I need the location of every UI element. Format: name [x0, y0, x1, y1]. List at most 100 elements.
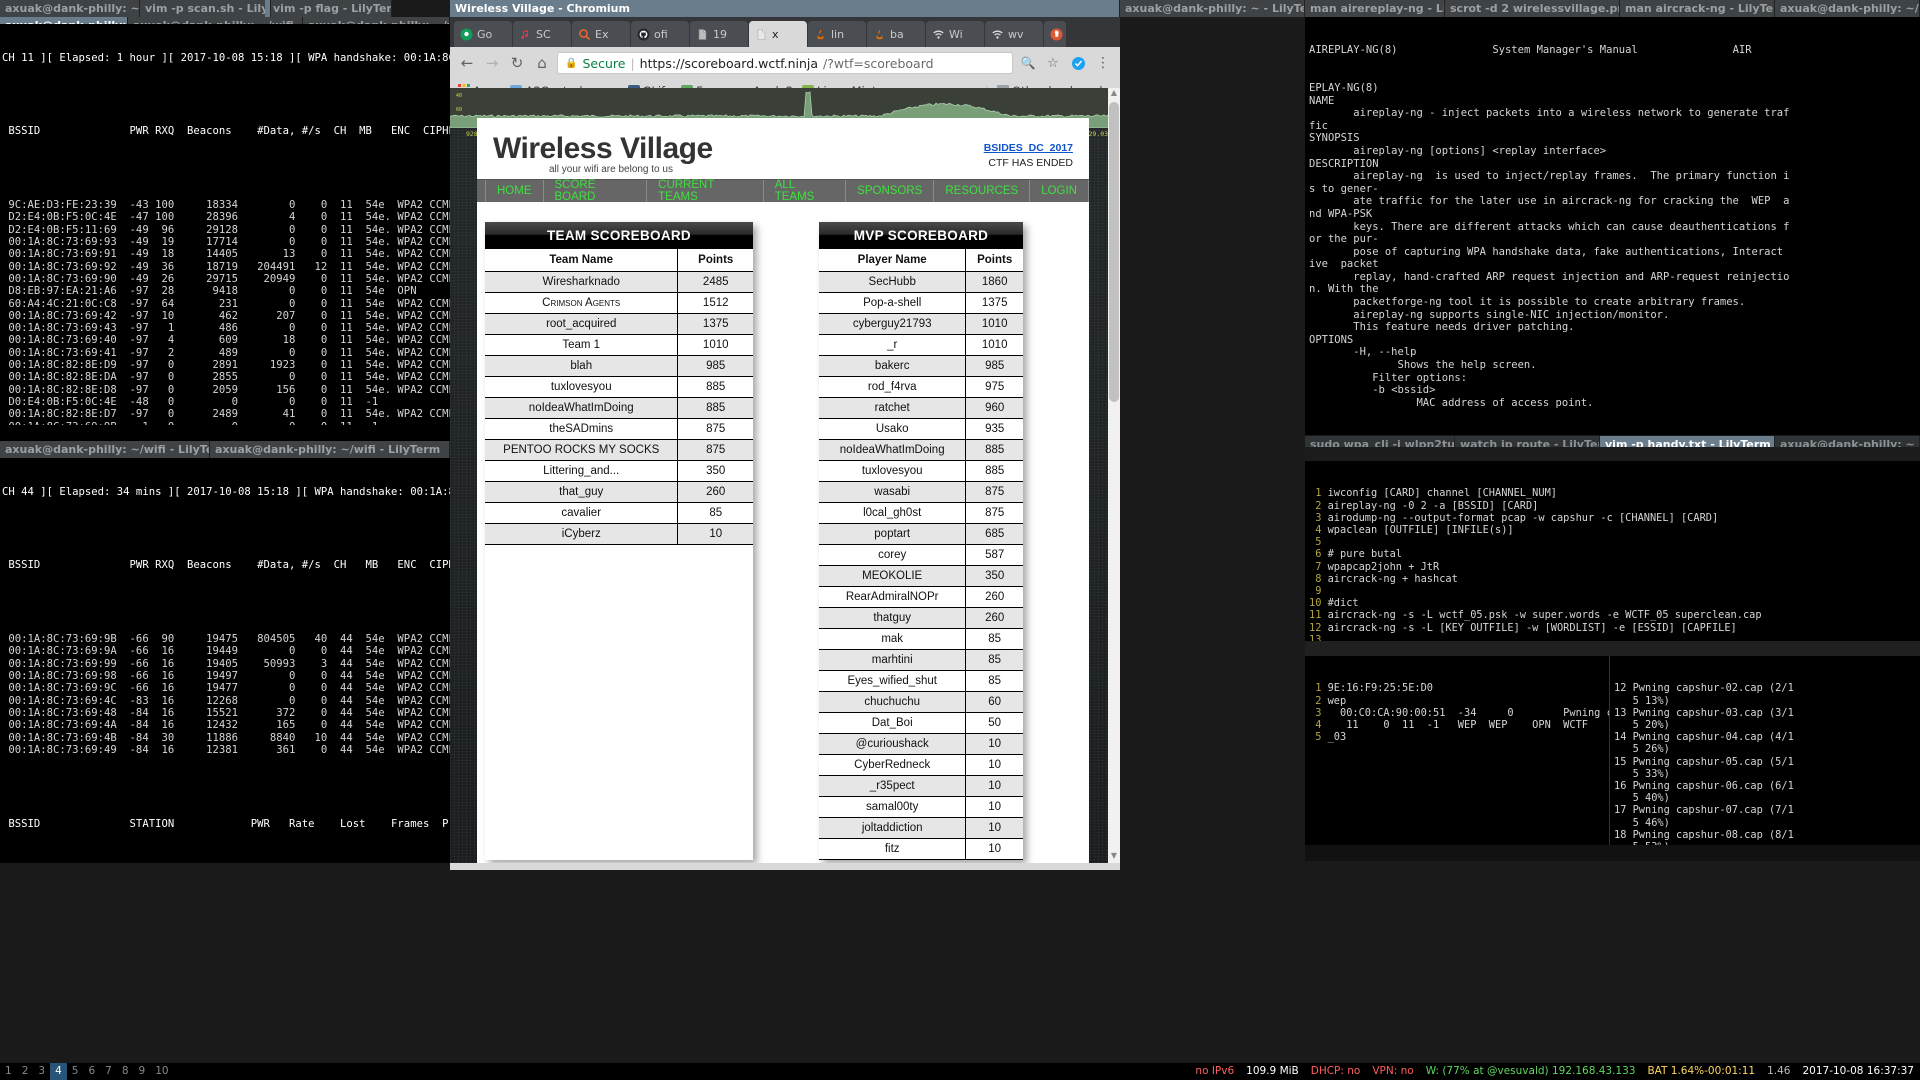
- terminal-line: pose of capturing WPA handshake data, fa…: [1309, 245, 1784, 258]
- titlebar-iotvillage-right[interactable]: axuak@dank-philly: ~/iotvillage/hm...: [1775, 0, 1920, 17]
- chrome-tab-lin[interactable]: lin: [808, 21, 866, 47]
- scroll-up-arrow[interactable]: ▲: [1108, 88, 1120, 100]
- extension-icon[interactable]: [1068, 53, 1088, 73]
- workspace-button-4[interactable]: 4: [50, 1063, 67, 1080]
- home-icon[interactable]: ⌂: [532, 53, 552, 73]
- wv-nav-item-home[interactable]: HOME: [485, 180, 544, 202]
- titlebar-wifi-lower-2[interactable]: axuak@dank-philly: ~/wifi - LilyTerm: [210, 441, 450, 458]
- wv-header: BSIDES_DC_2017 CTF HAS ENDED Wireless Vi…: [477, 118, 1089, 179]
- page-scrollbar[interactable]: ▲ ▼: [1108, 88, 1120, 863]
- terminal-line: 00:1A:8C:73:69:4A -84 16 12432 165 0 44 …: [2, 719, 450, 732]
- chrome-tab-label: SC: [536, 27, 551, 41]
- workspace-button-5[interactable]: 5: [67, 1063, 84, 1080]
- chrome-tab-active-scoreboard[interactable]: x: [749, 21, 807, 47]
- vim-statusline-bottom[interactable]: N_netkey[+]66%2/3≡3netkeys[+]: [1305, 845, 1920, 861]
- vim-line: 5 _03: [1309, 731, 1605, 743]
- terminal-line: 00:1A:8C:82:8E:D7 -97 0 2489 41 0 11 54e…: [2, 408, 450, 421]
- vim-tabline[interactable]: < txt+3 netkey+1 scan_resultshandy.txt+n…: [1305, 447, 1920, 461]
- row-points: 10: [965, 775, 1023, 797]
- scroll-down-arrow[interactable]: ▼: [1108, 851, 1120, 863]
- status-dhcp: DHCP: no: [1310, 1065, 1361, 1077]
- row-name: root_acquired: [485, 313, 679, 335]
- chrome-tab-sc[interactable]: SC: [513, 21, 571, 47]
- workspace-button-7[interactable]: 7: [100, 1063, 117, 1080]
- terminal-line: 00:1A:8C:73:69:91 -49 18 14405 13 0 11 5…: [2, 248, 450, 261]
- wv-nav-item-current-teams[interactable]: CURRENT TEAMS: [647, 179, 764, 203]
- terminal-prompt-lower[interactable]: axuak@dank-philly:~/wifi$: [0, 843, 450, 863]
- wv-nav-item-all-teams[interactable]: ALL TEAMS: [764, 179, 847, 203]
- chrome-tab-ofi[interactable]: ofi: [631, 21, 689, 47]
- chrome-tab-duck-partial[interactable]: [1044, 21, 1066, 47]
- table-row: Pop-a-shell 1375: [819, 292, 1023, 314]
- titlebar-i3-lilyterm[interactable]: [265, 0, 271, 17]
- row-name: Usako: [819, 418, 967, 440]
- vim-line-number: 1: [1309, 487, 1328, 500]
- terminal-line: 00:1A:8C:73:69:90 -49 26 29715 20949 0 1…: [2, 272, 450, 285]
- vim-line-text: aircrack-ng -s -L [KEY OUTFILE] -w [WORD…: [1327, 621, 1737, 634]
- terminal-line: 00:1A:8C:82:8E:DA -97 0 2855 0 0 11 54e.…: [2, 371, 450, 384]
- vim-line-number: 10: [1309, 597, 1328, 610]
- workspace-button-3[interactable]: 3: [33, 1063, 50, 1080]
- terminal-line: 5 26%): [1614, 743, 1670, 756]
- vim-buffer-handy[interactable]: 1 iwconfig [CARD] channel [CHANNEL_NUM] …: [1305, 461, 1920, 641]
- i3-status-bar: 1 2 3 4 5 6 7 8 9 10 no IPv6 109.9 MiB DHCP: no VPN:…: [0, 1063, 1920, 1080]
- terminal-airodump-5ghz[interactable]: CH 44 ][ Elapsed: 34 mins ][ 2017-10-08 …: [0, 458, 450, 863]
- titlebar-vim-flag[interactable]: vim -p flag - LilyTerm: [268, 0, 392, 17]
- titlebar-vim-scan[interactable]: vim -p scan.sh - LilyTerm: [140, 0, 268, 17]
- row-points: 350: [677, 460, 753, 482]
- row-name: rod_f4rva: [819, 376, 967, 398]
- reload-icon[interactable]: ↻: [507, 53, 527, 73]
- omnibox[interactable]: 🔒 Secure | https://scoreboard.wctf.ninja…: [557, 52, 1013, 74]
- manpage-statusline[interactable]: Manual page aireplay-ng(8) line 1/278 9%…: [1305, 412, 1920, 428]
- terminal-line: 15 Pwning capshur-05.cap (5/1: [1614, 755, 1794, 768]
- titlebar-man-aireplay[interactable]: man airereplay-ng - LilyTerm: [1305, 0, 1445, 17]
- terminal-airodump-24ghz[interactable]: CH 11 ][ Elapsed: 1 hour ][ 2017-10-08 1…: [0, 24, 450, 440]
- row-name: _r35pect: [819, 775, 967, 797]
- workspace-button-8[interactable]: 8: [117, 1063, 134, 1080]
- vim-pane-pwning[interactable]: 12 Pwning capshur-02.cap (2/1 5 13%) 13 P…: [1610, 656, 1920, 861]
- titlebar-wifi-lower[interactable]: axuak@dank-philly: ~/wifi - LilyTerm: [0, 441, 210, 458]
- terminal-line: EPLAY-NG(8): [1309, 81, 1379, 94]
- row-points: 685: [965, 523, 1023, 545]
- terminal-line: -b <bssid>: [1309, 384, 1436, 397]
- chrome-tab-wv[interactable]: wv: [985, 21, 1043, 47]
- titlebar-scrot[interactable]: scrot -d 2 wirelessvillage.png - LilyTer…: [1445, 0, 1620, 17]
- row-points: 85: [965, 670, 1023, 692]
- titlebar-chromium[interactable]: Wireless Village - Chromium: [450, 0, 1120, 17]
- workspace-button-2[interactable]: 2: [17, 1063, 34, 1080]
- chrome-tab-ba[interactable]: ba: [867, 21, 925, 47]
- vim-statusline-handy[interactable]: handy.txt[+]tex< words < 100% ≡ 16/16≡ 1…: [1305, 641, 1920, 656]
- vim-line-text: iwconfig [CARD] channel [CHANNEL_NUM]: [1327, 487, 1557, 500]
- wv-nav-item-resources[interactable]: RESOURCES: [934, 180, 1031, 202]
- chrome-tab-wi[interactable]: Wi: [926, 21, 984, 47]
- status-1099: 109.9 MiB: [1246, 1065, 1299, 1077]
- omnibox-url-path: /?wtf=scoreboard: [823, 55, 934, 71]
- chrome-tab-go[interactable]: Go: [454, 21, 512, 47]
- workspace-button-6[interactable]: 6: [83, 1063, 100, 1080]
- scrollbar-thumb[interactable]: [1109, 102, 1119, 402]
- workspace-button-1[interactable]: 1: [0, 1063, 17, 1080]
- titlebar-man-aircrack[interactable]: man aircrack-ng - LilyTerm: [1620, 0, 1775, 17]
- workspace-button-9[interactable]: 9: [134, 1063, 151, 1080]
- workspace-button-10[interactable]: 10: [150, 1063, 173, 1080]
- terminal-manpage-aireplay[interactable]: AIREPLAY-NG(8) System Manager's Manual A…: [1305, 17, 1920, 435]
- titlebar-lilyterm-right[interactable]: axuak@dank-philly: ~ - LilyTerm: [1120, 0, 1305, 17]
- bsides-link[interactable]: BSIDES_DC_2017: [984, 142, 1073, 154]
- wv-nav-item-login[interactable]: LOGIN: [1030, 180, 1089, 202]
- terminal-line: -H, --help: [1309, 346, 1417, 359]
- wv-nav-item-score-board[interactable]: SCORE BOARD: [544, 179, 648, 203]
- bookmark-star-icon[interactable]: ☆: [1043, 53, 1063, 73]
- zoom-out-icon[interactable]: 🔍: [1018, 53, 1038, 73]
- chrome-tab-19[interactable]: 19: [690, 21, 748, 47]
- vim-pane-netkey[interactable]: 1 9E:16:F9:25:5E:D0 2 wep 3 00:C0:CA:90:…: [1305, 656, 1610, 861]
- java-icon: [814, 28, 827, 41]
- chrome-tab-ex[interactable]: Ex: [572, 21, 630, 47]
- terminal-prompt-upper[interactable]: axuak@dank-philly$: [0, 425, 450, 441]
- mvp-scoreboard: MVP SCOREBOARD Player Name Points SecHub…: [819, 222, 1023, 860]
- back-icon[interactable]: ←: [457, 53, 477, 73]
- wv-nav-item-sponsors[interactable]: SPONSORS: [846, 180, 935, 202]
- forward-icon[interactable]: →: [482, 53, 502, 73]
- titlebar-iotvillage[interactable]: axuak@dank-philly: ~/iotvil...: [0, 0, 140, 17]
- table-row: blah 985: [485, 355, 753, 377]
- kebab-menu-icon[interactable]: ⋮: [1093, 53, 1113, 73]
